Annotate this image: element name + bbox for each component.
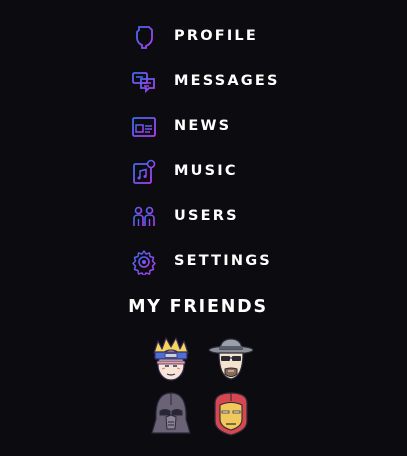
- nav-item-news[interactable]: NEWS: [131, 104, 331, 149]
- nav-label-users: USERS: [174, 208, 239, 225]
- nav-label-music: MUSIC: [174, 163, 238, 180]
- nav-label-messages: MESSAGES: [174, 73, 280, 90]
- friend-avatar-3[interactable]: [141, 387, 201, 441]
- ninja-headband-avatar-icon: [153, 337, 189, 381]
- messages-icon: [131, 69, 157, 95]
- bald-man-sunglasses-hat-avatar-icon: [208, 338, 254, 380]
- nav-label-settings: SETTINGS: [174, 253, 272, 270]
- nav-item-users[interactable]: USERS: [131, 194, 331, 239]
- friend-avatar-2[interactable]: [201, 333, 261, 387]
- friend-avatar-4[interactable]: [201, 387, 261, 441]
- users-icon: [131, 204, 157, 230]
- settings-icon: [131, 249, 157, 275]
- nav-item-messages[interactable]: MESSAGES: [131, 59, 331, 104]
- friend-avatar-1[interactable]: [141, 333, 201, 387]
- nav-item-music[interactable]: MUSIC: [131, 149, 331, 194]
- nav-label-news: NEWS: [174, 118, 232, 135]
- profile-icon: [131, 24, 157, 50]
- nav-label-profile: PROFILE: [174, 28, 258, 45]
- news-icon: [131, 114, 157, 140]
- sidebar-nav: PROFILE MESSAGES NEWS MUSIC USERS SETTIN…: [131, 14, 331, 284]
- nav-item-settings[interactable]: SETTINGS: [131, 239, 331, 284]
- friends-grid: [141, 333, 261, 441]
- dark-helmet-avatar-icon: [151, 392, 191, 434]
- iron-armor-avatar-icon: [214, 392, 248, 436]
- music-icon: [131, 159, 157, 185]
- nav-item-profile[interactable]: PROFILE: [131, 14, 331, 59]
- friends-section-title: MY FRIENDS: [128, 297, 268, 317]
